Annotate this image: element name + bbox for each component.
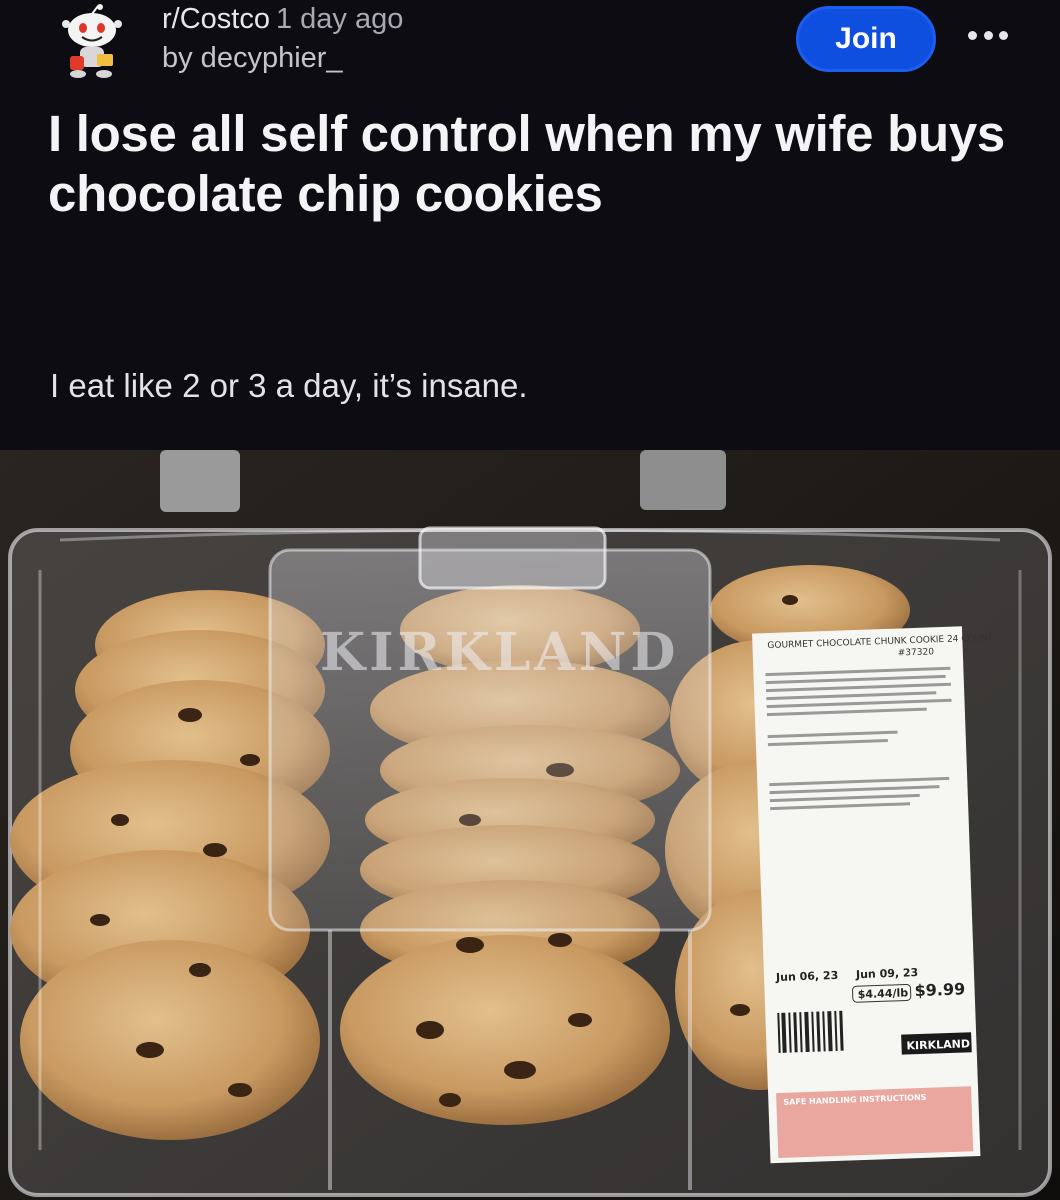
label-sell-by: Jun 09, 23 <box>855 966 919 981</box>
avatar[interactable] <box>52 4 132 80</box>
post-time: 1 day ago <box>275 3 404 35</box>
label-brand-tag: KIRKLAND <box>906 1037 970 1052</box>
kirkland-embossed: KIRKLAND <box>320 622 679 683</box>
label-unit-price: $4.44/lb <box>857 986 908 1001</box>
join-button[interactable]: Join <box>796 6 936 72</box>
author-line[interactable]: by decyphier_ <box>162 40 403 76</box>
post-image[interactable]: KIRKLAND GOURMET CHOCOLATE CHUNK COOKIE … <box>0 450 1060 1200</box>
post-body: I eat like 2 or 3 a day, it’s insane. <box>50 367 528 404</box>
label-total-price: $9.99 <box>914 979 965 1000</box>
label-pack-date: Jun 06, 23 <box>775 969 839 984</box>
more-options-icon[interactable] <box>968 24 1008 46</box>
subreddit-line: r/Costco 1 day ago <box>162 2 403 36</box>
reddit-snoo-avatar-icon <box>62 4 122 78</box>
cookie-container-photo: KIRKLAND GOURMET CHOCOLATE CHUNK COOKIE … <box>0 450 1060 1200</box>
post-title[interactable]: I lose all self control when my wife buy… <box>48 104 1008 224</box>
label-item-number: #37320 <box>898 647 935 658</box>
subreddit-name[interactable]: r/Costco <box>162 3 270 35</box>
post-meta: r/Costco 1 day ago by decyphier_ <box>162 2 403 76</box>
post-header: r/Costco 1 day ago by decyphier_ Join I l… <box>0 0 1060 450</box>
